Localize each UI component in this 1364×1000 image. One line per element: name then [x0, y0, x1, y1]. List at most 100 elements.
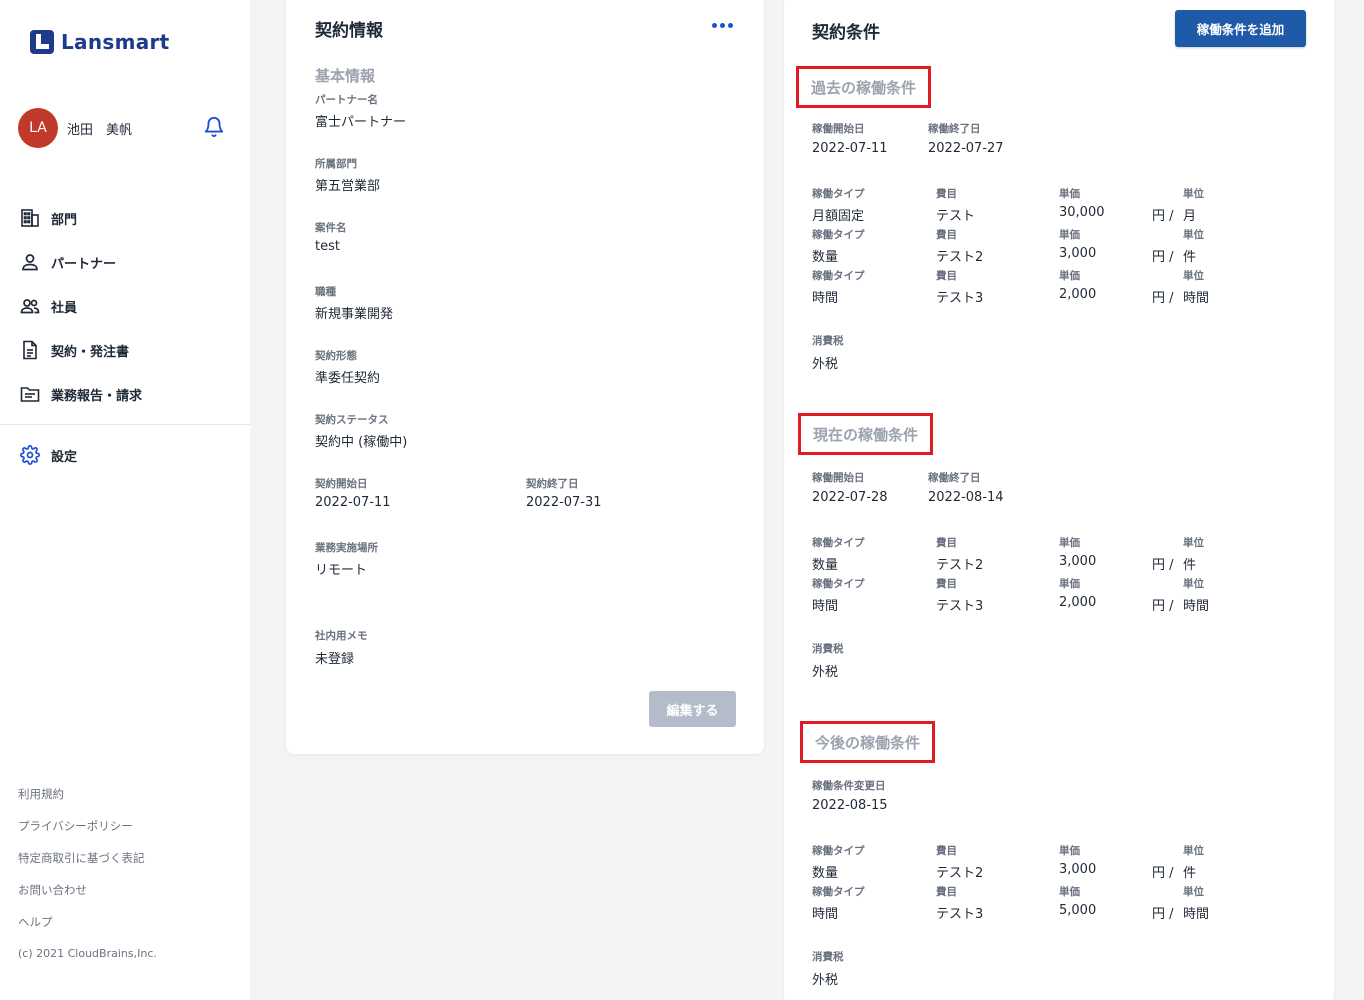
start-value: 2022-07-11 — [812, 141, 888, 156]
tax-label: 消費税 — [812, 335, 844, 347]
sidebar-item-label: 社員 — [51, 300, 78, 316]
item-label: 費目 — [936, 886, 957, 898]
sidebar-item-settings[interactable]: 設定 — [0, 433, 250, 477]
conditions-title: 契約条件 — [812, 23, 880, 43]
end-label: 稼働終了日 — [928, 472, 981, 484]
type-value: 数量 — [812, 558, 839, 573]
sidebar: Lansmart LA 池田 美帆 部門 パートナー 社員 契約・発注書 業務報… — [0, 0, 250, 1000]
terms-link[interactable]: 利用規約 — [18, 784, 145, 816]
avatar[interactable]: LA — [18, 108, 58, 148]
unit-label: 単位 — [1183, 229, 1204, 241]
contact-link[interactable]: お問い合わせ — [18, 880, 145, 912]
project-label: 案件名 — [315, 222, 347, 234]
sidebar-item-label: 設定 — [51, 449, 78, 465]
sidebar-item-label: 業務報告・請求 — [51, 388, 143, 404]
dept-label: 所属部門 — [315, 158, 357, 170]
gear-icon — [20, 445, 40, 465]
contract-form-label: 契約形態 — [315, 350, 357, 362]
memo-value: 未登録 — [315, 652, 355, 667]
type-label: 稼働タイプ — [812, 188, 865, 200]
sidebar-item-contracts[interactable]: 契約・発注書 — [0, 328, 250, 372]
item-label: 費目 — [936, 270, 957, 282]
partner-value: 富士パートナー — [315, 115, 407, 130]
work-place-value: リモート — [315, 563, 368, 578]
sidebar-item-label: 契約・発注書 — [51, 344, 130, 360]
type-value: 月額固定 — [812, 209, 865, 224]
type-value: 数量 — [812, 866, 839, 881]
partner-label: パートナー名 — [315, 94, 378, 106]
past-conditions-heading: 過去の稼働条件 — [796, 66, 932, 108]
unit-value: 件 — [1183, 558, 1197, 573]
sidebar-item-partners[interactable]: パートナー — [0, 240, 250, 284]
sidebar-item-employees[interactable]: 社員 — [0, 284, 250, 328]
item-value: テスト — [936, 209, 976, 224]
yen-label: 円 / — [1152, 250, 1174, 265]
type-label: 稼働タイプ — [812, 578, 865, 590]
contract-end-label: 契約終了日 — [526, 478, 579, 490]
type-label: 稼働タイプ — [812, 845, 865, 857]
end-value: 2022-07-27 — [928, 141, 1004, 156]
unit-value: 件 — [1183, 866, 1197, 881]
copyright: (c) 2021 CloudBrains,Inc. — [18, 947, 157, 960]
unit-label: 単位 — [1183, 845, 1204, 857]
contract-info-title: 契約情報 — [315, 21, 383, 41]
type-value: 数量 — [812, 250, 839, 265]
job-label: 職種 — [315, 286, 336, 298]
unit-label: 単位 — [1183, 578, 1204, 590]
contract-start-value: 2022-07-11 — [315, 495, 391, 510]
unit-label: 単位 — [1183, 188, 1204, 200]
privacy-link[interactable]: プライバシーポリシー — [18, 816, 145, 848]
sidebar-item-reports[interactable]: 業務報告・請求 — [0, 372, 250, 416]
item-label: 費目 — [936, 188, 957, 200]
yen-label: 円 / — [1152, 291, 1174, 306]
contract-form-value: 準委任契約 — [315, 371, 381, 386]
logo[interactable]: Lansmart — [30, 30, 170, 54]
future-conditions-heading: 今後の稼働条件 — [800, 721, 936, 763]
item-value: テスト3 — [936, 907, 984, 922]
contract-info-card: 契約情報 基本情報 パートナー名 富士パートナー 所属部門 第五営業部 案件名 … — [286, 0, 764, 754]
tax-label: 消費税 — [812, 951, 844, 963]
footer-links: 利用規約 プライバシーポリシー 特定商取引に基づく表記 お問い合わせ ヘルプ — [18, 784, 145, 944]
end-label: 稼働終了日 — [928, 123, 981, 135]
sidebar-item-label: 部門 — [51, 212, 78, 228]
type-label: 稼働タイプ — [812, 537, 865, 549]
price-value: 3,000 — [1059, 862, 1097, 877]
type-label: 稼働タイプ — [812, 270, 865, 282]
item-value: テスト2 — [936, 250, 984, 265]
yen-label: 円 / — [1152, 558, 1174, 573]
edit-button[interactable]: 編集する — [649, 691, 736, 727]
type-value: 時間 — [812, 291, 839, 306]
add-condition-button[interactable]: 稼働条件を追加 — [1175, 10, 1306, 47]
bell-icon[interactable] — [203, 116, 225, 138]
price-value: 2,000 — [1059, 287, 1097, 302]
basic-info-heading: 基本情報 — [315, 67, 376, 85]
logo-mark-icon — [30, 30, 54, 54]
price-label: 単価 — [1059, 845, 1080, 857]
people-icon — [20, 296, 40, 316]
commerce-law-link[interactable]: 特定商取引に基づく表記 — [18, 848, 145, 880]
sidebar-nav: 部門 パートナー 社員 契約・発注書 業務報告・請求 — [0, 196, 250, 416]
end-value: 2022-08-14 — [928, 490, 1004, 505]
item-label: 費目 — [936, 845, 957, 857]
type-label: 稼働タイプ — [812, 229, 865, 241]
price-value: 3,000 — [1059, 554, 1097, 569]
yen-label: 円 / — [1152, 209, 1174, 224]
yen-label: 円 / — [1152, 866, 1174, 881]
price-value: 3,000 — [1059, 246, 1097, 261]
sidebar-item-departments[interactable]: 部門 — [0, 196, 250, 240]
person-icon — [20, 252, 40, 272]
building-icon — [20, 208, 40, 228]
start-label: 稼働開始日 — [812, 472, 865, 484]
price-label: 単価 — [1059, 537, 1080, 549]
item-label: 費目 — [936, 229, 957, 241]
type-value: 時間 — [812, 599, 839, 614]
folder-icon — [20, 384, 40, 404]
start-label: 稼働開始日 — [812, 123, 865, 135]
price-value: 5,000 — [1059, 903, 1097, 918]
document-icon — [20, 340, 40, 360]
unit-label: 単位 — [1183, 886, 1204, 898]
help-link[interactable]: ヘルプ — [18, 912, 145, 944]
more-options-icon[interactable] — [712, 20, 734, 30]
item-label: 費目 — [936, 578, 957, 590]
type-label: 稼働タイプ — [812, 886, 865, 898]
